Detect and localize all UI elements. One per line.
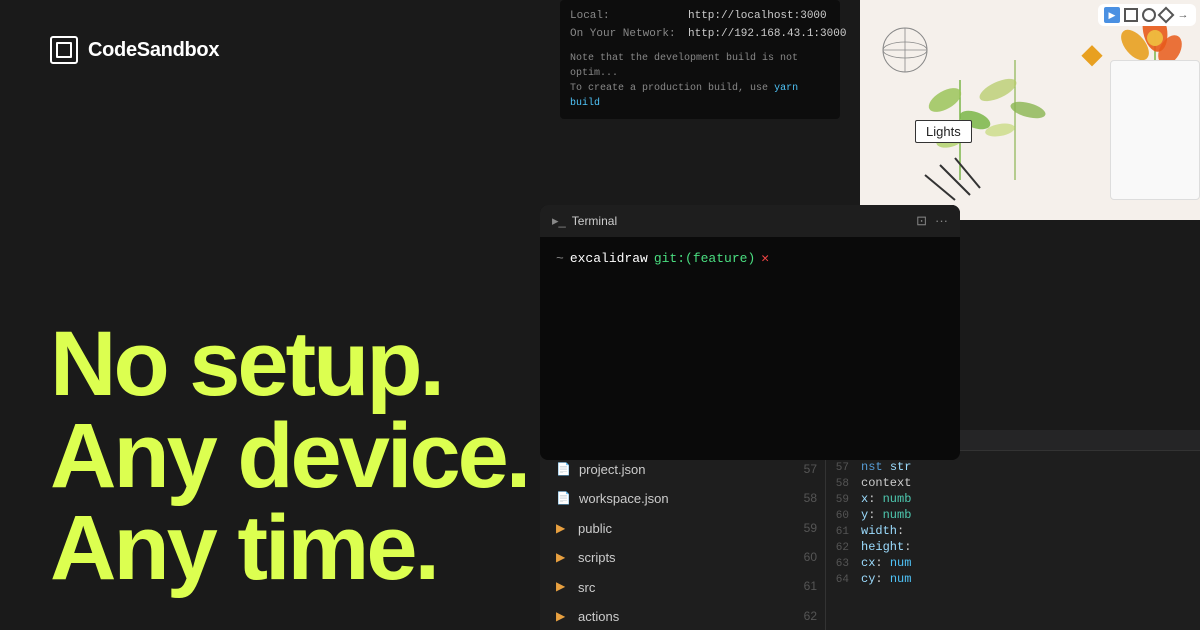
local-label: Local:: [570, 8, 680, 26]
hero-line-2: Any device.: [50, 410, 530, 502]
line-64-code: cy: num: [861, 572, 911, 586]
folder-name-public: public: [578, 517, 612, 540]
file-icon: 📄: [556, 459, 571, 481]
line-61-num: 61: [826, 526, 861, 538]
code-body: 57 nst str 58 context 59 x: numb 60 y: n…: [826, 451, 1200, 595]
line-num-59: 59: [804, 518, 817, 540]
card-mock: [1110, 60, 1200, 200]
diamond-icon[interactable]: [1158, 7, 1175, 24]
hero-text: No setup. Any device. Any time.: [50, 318, 530, 594]
code-line-60: 60 y: numb: [826, 507, 1200, 523]
file-name-workspace-json: workspace.json: [579, 487, 669, 510]
code-line-64: 64 cy: num: [826, 571, 1200, 587]
hero-line-3: Any time.: [50, 502, 530, 594]
line-59-code: x: numb: [861, 492, 911, 506]
prompt-branch: git:(feature): [654, 251, 755, 266]
terminal-icons: ⊡ ···: [916, 213, 948, 229]
folder-icon-src: ▶: [556, 576, 570, 598]
file-item-scripts[interactable]: ▶ scripts 60: [540, 543, 825, 572]
line-num-60: 60: [804, 547, 817, 569]
file-name-project-json: project.json: [579, 458, 645, 481]
file-item-src[interactable]: ▶ src 61: [540, 573, 825, 602]
lights-label: Lights: [915, 120, 972, 143]
terminal-titlebar: ▸_ Terminal ⊡ ···: [540, 205, 960, 237]
folder-icon-actions: ▶: [556, 606, 570, 628]
arrow-icon[interactable]: →: [1176, 8, 1190, 22]
file-explorer: 📄 project.json 57 📄 workspace.json 58 ▶ …: [540, 455, 825, 630]
dev-server-window: Local: http://localhost:3000 On Your Net…: [560, 0, 840, 119]
terminal-prompt-icon: ▸_: [552, 213, 566, 229]
folder-name-src: src: [578, 576, 595, 599]
local-url: http://localhost:3000: [688, 8, 827, 26]
code-editor: ex.ts 57 nst str 58 context 59 x: numb 6…: [825, 430, 1200, 630]
dev-server-note: Note that the development build is not o…: [570, 51, 830, 111]
line-60-code: y: numb: [861, 508, 911, 522]
codesandbox-logo-icon: [50, 36, 78, 64]
logo-container: CodeSandbox: [50, 36, 530, 64]
network-url: http://192.168.43.1:3000: [688, 26, 846, 44]
line-57-code: nst str: [861, 460, 911, 474]
line-59-num: 59: [826, 494, 861, 506]
network-label: On Your Network:: [570, 26, 680, 44]
line-num-61: 61: [804, 576, 817, 598]
terminal-title: ▸_ Terminal: [552, 213, 617, 229]
logo-text: CodeSandbox: [88, 39, 219, 62]
terminal-body: ~ excalidraw git:(feature) ✕: [540, 237, 960, 280]
left-panel: CodeSandbox No setup. Any device. Any ti…: [0, 0, 580, 630]
terminal-prompt-line: ~ excalidraw git:(feature) ✕: [556, 251, 944, 266]
folder-icon-scripts: ▶: [556, 547, 570, 569]
line-num-57: 57: [804, 459, 817, 481]
canvas-toolbar: ▶ →: [1098, 4, 1196, 26]
line-63-code: cx: num: [861, 556, 911, 570]
line-60-num: 60: [826, 510, 861, 522]
file-icon-2: 📄: [556, 488, 571, 510]
code-line-58: 58 context: [826, 475, 1200, 491]
code-line-62: 62 height:: [826, 539, 1200, 555]
prompt-x: ✕: [761, 251, 769, 266]
line-58-num: 58: [826, 478, 861, 490]
prompt-dir: excalidraw: [570, 251, 648, 266]
folder-name-actions: actions: [578, 605, 619, 628]
terminal-expand-icon[interactable]: ⊡: [916, 213, 927, 229]
circle-icon[interactable]: [1142, 8, 1156, 22]
line-58-code: context: [861, 476, 911, 490]
right-panel: Local: http://localhost:3000 On Your Net…: [540, 0, 1200, 630]
code-line-63: 63 cx: num: [826, 555, 1200, 571]
canvas-window: Lights ▶ →: [860, 0, 1200, 220]
line-64-num: 64: [826, 574, 861, 586]
file-item-public[interactable]: ▶ public 59: [540, 514, 825, 543]
line-62-code: height:: [861, 540, 911, 554]
code-line-59: 59 x: numb: [826, 491, 1200, 507]
file-item-actions[interactable]: ▶ actions 62: [540, 602, 825, 630]
square-icon[interactable]: [1124, 8, 1138, 22]
prompt-arrow: ~: [556, 251, 564, 266]
play-icon[interactable]: ▶: [1104, 7, 1120, 23]
line-num-62: 62: [804, 606, 817, 628]
line-62-num: 62: [826, 542, 861, 554]
terminal-title-text: Terminal: [572, 214, 617, 228]
line-num-58: 58: [804, 488, 817, 510]
line-57-num: 57: [826, 462, 861, 474]
line-63-num: 63: [826, 558, 861, 570]
hero-line-1: No setup.: [50, 318, 530, 410]
code-line-57: 57 nst str: [826, 459, 1200, 475]
file-item-workspace-json[interactable]: 📄 workspace.json 58: [540, 484, 825, 513]
code-line-61: 61 width:: [826, 523, 1200, 539]
line-61-code: width:: [861, 524, 904, 538]
folder-name-scripts: scripts: [578, 546, 616, 569]
terminal-window: ▸_ Terminal ⊡ ··· ~ excalidraw git:(feat…: [540, 205, 960, 460]
folder-icon-public: ▶: [556, 518, 570, 540]
terminal-more-icon[interactable]: ···: [935, 213, 948, 229]
